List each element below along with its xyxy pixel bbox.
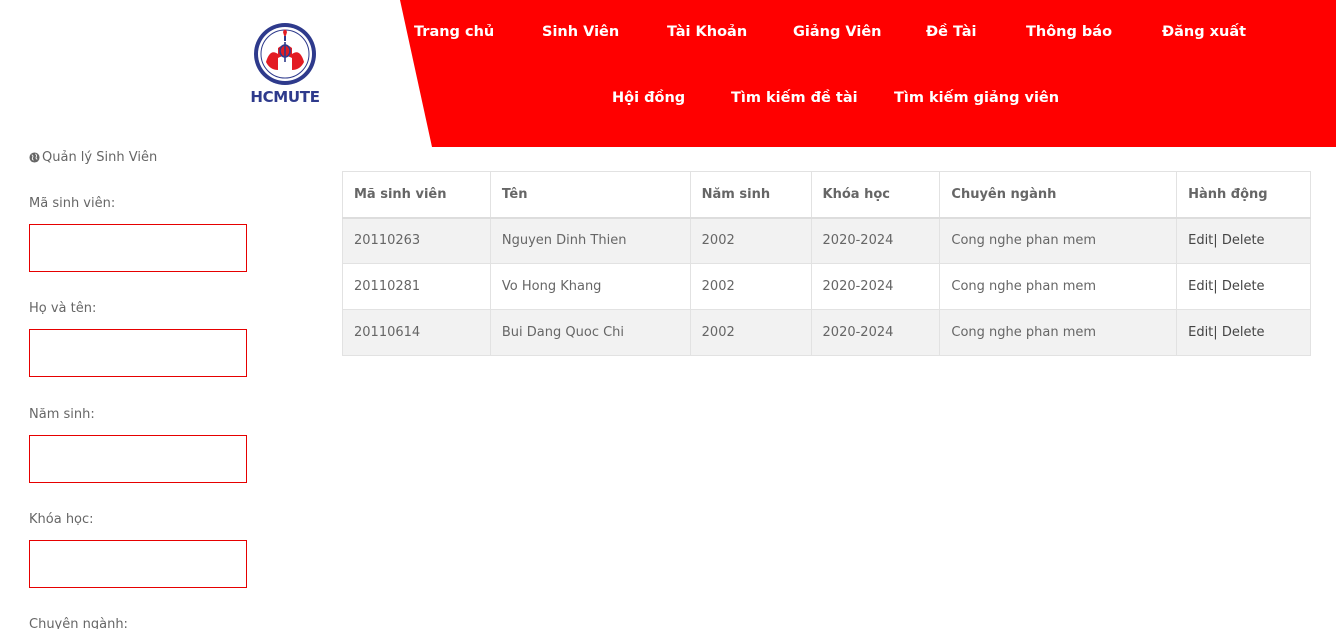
- table-row: 20110281 Vo Hong Khang 2002 2020-2024 Co…: [342, 263, 1311, 310]
- header-nam-sinh: Năm sinh: [689, 171, 812, 219]
- header-hanh-dong: Hành động: [1176, 171, 1311, 219]
- nav-tim-kiem-giang-vien[interactable]: Tìm kiếm giảng viên: [894, 90, 1059, 106]
- cell-year: 2002: [689, 217, 812, 264]
- cell-course: 2020-2024: [810, 217, 941, 264]
- label-nam-sinh: Năm sinh:: [29, 407, 95, 422]
- header-chuyen-nganh: Chuyên ngành: [939, 171, 1178, 219]
- nav-thong-bao[interactable]: Thông báo: [1026, 24, 1112, 40]
- ho-va-ten-input[interactable]: [29, 329, 247, 377]
- delete-link[interactable]: Delete: [1222, 325, 1265, 340]
- action-separator: |: [1213, 279, 1218, 294]
- cell-actions: Edit| Delete: [1176, 217, 1311, 264]
- cell-name: Vo Hong Khang: [489, 263, 691, 310]
- nam-sinh-input[interactable]: [29, 435, 247, 483]
- cell-major: Cong nghe phan mem: [939, 263, 1178, 310]
- cell-name: Nguyen Dinh Thien: [489, 217, 691, 264]
- globe-icon: [29, 152, 40, 163]
- section-title-text: Quản lý Sinh Viên: [42, 150, 158, 165]
- nav-tim-kiem-de-tai[interactable]: Tìm kiếm đề tài: [731, 90, 858, 106]
- edit-link[interactable]: Edit: [1188, 279, 1213, 294]
- cell-id: 20110614: [342, 309, 491, 356]
- logo-text: HCMUTE: [250, 88, 320, 106]
- label-khoa-hoc: Khóa học:: [29, 512, 94, 527]
- delete-link[interactable]: Delete: [1222, 233, 1265, 248]
- edit-link[interactable]: Edit: [1188, 325, 1213, 340]
- nav-dang-xuat[interactable]: Đăng xuất: [1162, 24, 1246, 40]
- ma-sinh-vien-input[interactable]: [29, 224, 247, 272]
- cell-major: Cong nghe phan mem: [939, 217, 1178, 264]
- table-row: 20110263 Nguyen Dinh Thien 2002 2020-202…: [342, 217, 1311, 264]
- header-red-banner: [400, 0, 1336, 147]
- section-title: Quản lý Sinh Viên: [29, 150, 157, 165]
- edit-link[interactable]: Edit: [1188, 233, 1213, 248]
- students-table: Mã sinh viên Tên Năm sinh Khóa học Chuyê…: [342, 171, 1311, 356]
- delete-link[interactable]: Delete: [1222, 279, 1265, 294]
- students-table-container: Mã sinh viên Tên Năm sinh Khóa học Chuyê…: [342, 171, 1311, 356]
- header-ma-sinh-vien: Mã sinh viên: [342, 171, 491, 219]
- logo-emblem-icon: [254, 23, 316, 85]
- action-separator: |: [1213, 233, 1218, 249]
- cell-year: 2002: [689, 309, 812, 356]
- khoa-hoc-input[interactable]: [29, 540, 247, 588]
- site-header: HCMUTE Trang chủ Sinh Viên Tài Khoản Giả…: [0, 0, 1336, 147]
- header-ten: Tên: [489, 171, 691, 219]
- cell-year: 2002: [689, 263, 812, 310]
- cell-actions: Edit| Delete: [1176, 263, 1311, 310]
- nav-trang-chu[interactable]: Trang chủ: [414, 24, 494, 40]
- cell-actions: Edit| Delete: [1176, 309, 1311, 356]
- nav-de-tai[interactable]: Đề Tài: [926, 24, 977, 40]
- hcmute-logo[interactable]: HCMUTE: [248, 18, 322, 108]
- nav-giang-vien[interactable]: Giảng Viên: [793, 24, 882, 40]
- cell-course: 2020-2024: [810, 263, 941, 310]
- action-separator: |: [1213, 325, 1218, 340]
- cell-name: Bui Dang Quoc Chi: [489, 309, 691, 356]
- cell-course: 2020-2024: [810, 309, 941, 356]
- table-row: 20110614 Bui Dang Quoc Chi 2002 2020-202…: [342, 309, 1311, 356]
- nav-sinh-vien[interactable]: Sinh Viên: [542, 24, 619, 40]
- cell-id: 20110281: [342, 263, 491, 310]
- label-ho-va-ten: Họ và tên:: [29, 301, 97, 316]
- nav-tai-khoan[interactable]: Tài Khoản: [667, 24, 747, 40]
- header-khoa-hoc: Khóa học: [810, 171, 941, 219]
- cell-id: 20110263: [342, 217, 491, 264]
- label-ma-sinh-vien: Mã sinh viên:: [29, 196, 116, 211]
- nav-hoi-dong[interactable]: Hội đồng: [612, 90, 685, 106]
- label-chuyen-nganh: Chuyên ngành:: [29, 617, 128, 629]
- cell-major: Cong nghe phan mem: [939, 309, 1178, 356]
- table-header-row: Mã sinh viên Tên Năm sinh Khóa học Chuyê…: [342, 171, 1311, 219]
